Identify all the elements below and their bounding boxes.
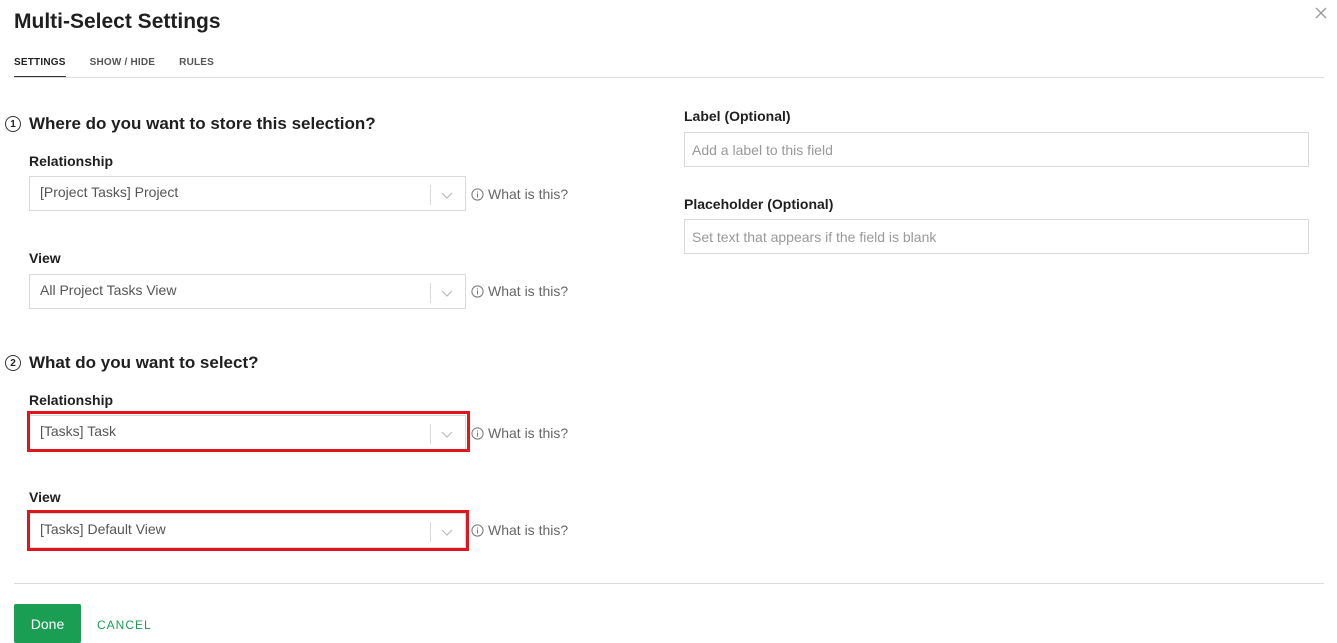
section-title-store: Where do you want to store this selectio…: [29, 114, 376, 133]
section-title-select: What do you want to select?: [29, 353, 259, 372]
help-text: What is this?: [488, 186, 569, 202]
step-number-1: 1: [5, 116, 21, 132]
select-value: [Project Tasks] Project: [40, 184, 179, 200]
select-separator: [430, 424, 431, 444]
relationship-label-2: Relationship: [29, 392, 114, 408]
help-link-select-relationship[interactable]: What is this?: [471, 425, 568, 441]
chevron-down-icon: [441, 290, 453, 297]
view-label-1: View: [29, 250, 61, 266]
close-icon[interactable]: [1313, 5, 1329, 21]
select-value: All Project Tasks View: [40, 282, 177, 298]
step-number-2: 2: [5, 355, 21, 371]
info-icon: [471, 426, 484, 440]
help-text: What is this?: [488, 522, 569, 538]
select-value: [Tasks] Default View: [40, 521, 166, 537]
select-relationship-select[interactable]: [Tasks] Task: [29, 415, 466, 450]
select-value: [Tasks] Task: [40, 423, 116, 439]
section-store-selection: 1 Where do you want to store this select…: [5, 114, 376, 134]
select-view-select[interactable]: [Tasks] Default View: [29, 513, 466, 548]
help-link-store-view[interactable]: What is this?: [471, 283, 568, 299]
help-text: What is this?: [488, 283, 569, 299]
section-what-to-select: 2 What do you want to select?: [5, 353, 259, 373]
cancel-button[interactable]: CANCEL: [97, 618, 152, 632]
tab-settings[interactable]: SETTINGS: [14, 57, 66, 78]
tab-show-hide[interactable]: SHOW / HIDE: [90, 57, 156, 78]
page-title: Multi-Select Settings: [14, 10, 221, 33]
info-icon: [471, 187, 484, 201]
label-input[interactable]: [684, 132, 1309, 167]
chevron-down-icon: [441, 431, 453, 438]
help-text: What is this?: [488, 425, 569, 441]
chevron-down-icon: [441, 192, 453, 199]
done-button[interactable]: Done: [14, 604, 81, 643]
help-link-store-relationship[interactable]: What is this?: [471, 186, 568, 202]
store-relationship-select[interactable]: [Project Tasks] Project: [29, 176, 466, 211]
placeholder-input[interactable]: [684, 219, 1309, 254]
select-separator: [430, 283, 431, 303]
footer-divider: [14, 583, 1324, 584]
view-label-2: View: [29, 489, 61, 505]
tab-rules[interactable]: RULES: [179, 57, 214, 78]
select-separator: [430, 185, 431, 205]
tabs-divider: [14, 77, 1324, 78]
label-field-title: Label (Optional): [684, 108, 791, 124]
help-link-select-view[interactable]: What is this?: [471, 522, 568, 538]
store-view-select[interactable]: All Project Tasks View: [29, 274, 466, 309]
tab-bar: SETTINGS SHOW / HIDE RULES: [14, 57, 238, 78]
info-icon: [471, 284, 484, 298]
relationship-label-1: Relationship: [29, 153, 114, 169]
chevron-down-icon: [441, 529, 453, 536]
placeholder-field-title: Placeholder (Optional): [684, 196, 834, 212]
info-icon: [471, 523, 484, 537]
select-separator: [430, 522, 431, 542]
